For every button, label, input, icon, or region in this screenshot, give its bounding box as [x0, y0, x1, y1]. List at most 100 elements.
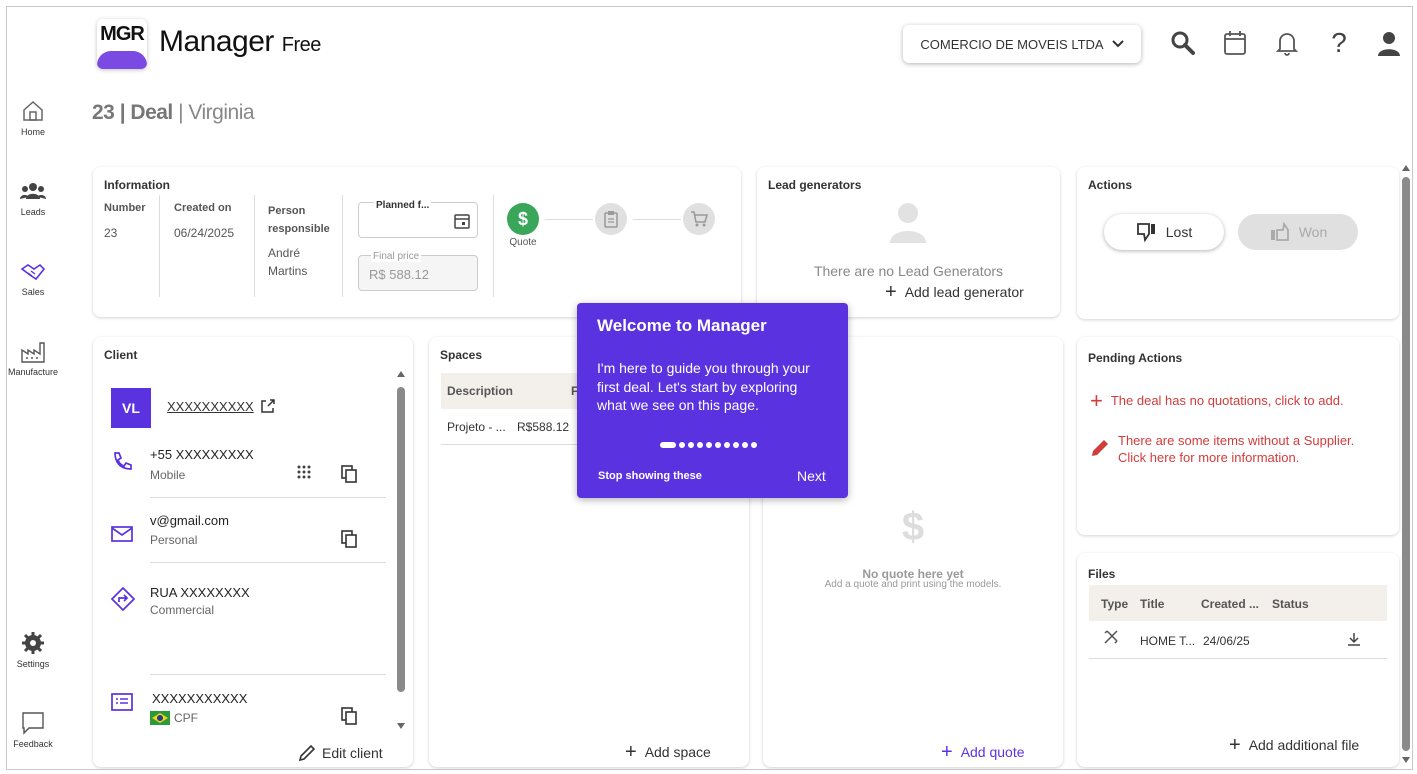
logo-text: MGR [100, 23, 145, 45]
created-value: 06/24/2025 [174, 226, 235, 240]
dollar-placeholder-icon: $ [901, 505, 925, 549]
nav-settings[interactable]: Settings [7, 631, 59, 669]
tour-dot [697, 442, 703, 448]
information-card: Information Number 23 Created on 06/24/2… [93, 167, 741, 317]
tour-dot [660, 442, 676, 448]
won-label: Won [1298, 224, 1328, 240]
actions-card: Actions Lost Won [1077, 167, 1399, 319]
profile-button[interactable] [1373, 27, 1405, 59]
tour-dot [706, 442, 712, 448]
pending-item-1: The deal has no quotations, click to add… [1110, 393, 1344, 408]
client-email: v@gmail.com [150, 513, 229, 528]
pencil-icon [298, 744, 316, 762]
add-quote-label: Add quote [960, 744, 1025, 760]
plus-icon: + [1090, 387, 1103, 413]
download-icon[interactable] [1347, 632, 1361, 646]
edit-client-button[interactable]: Edit client [298, 744, 383, 762]
lost-button[interactable]: Lost [1104, 214, 1224, 250]
company-select[interactable]: COMERCIO DE MOVEIS LTDA [903, 25, 1141, 63]
lead-generators-empty: There are no Lead Generators [813, 263, 1004, 279]
person-label: Person responsible [268, 205, 330, 235]
tour-dot [715, 442, 721, 448]
add-lead-generator-button[interactable]: + Add lead generator [885, 282, 1024, 302]
help-icon: ? [1331, 27, 1347, 58]
app-title-main: Manager [159, 25, 274, 58]
tour-title: Welcome to Manager [597, 316, 767, 335]
client-scrollbar[interactable] [397, 365, 405, 735]
planned-date-field[interactable]: Planned f... [358, 200, 478, 238]
number-label: Number [104, 202, 146, 214]
nav-feedback-label: Feedback [13, 739, 53, 749]
search-button[interactable] [1167, 27, 1199, 59]
pending-item-2: There are some items without a Supplier.… [1118, 433, 1355, 465]
table-row[interactable]: HOME T... 24/06/25 [1089, 621, 1387, 659]
cart-icon [691, 211, 708, 227]
created-label: Created on [174, 202, 232, 214]
notifications-button[interactable] [1271, 27, 1303, 59]
client-name-link[interactable]: XXXXXXXXXX [167, 398, 276, 414]
company-select-value: COMERCIO DE MOVEIS LTDA [920, 36, 1104, 52]
step-document[interactable] [595, 203, 627, 235]
dialpad-icon[interactable] [297, 465, 311, 481]
calendar-icon[interactable] [454, 213, 470, 229]
brazil-flag-icon [150, 711, 170, 725]
pending-actions-title: Pending Actions [1088, 351, 1183, 365]
col-status: Status [1272, 597, 1309, 611]
copy-icon[interactable] [341, 707, 357, 725]
step-quote[interactable]: $ [507, 203, 539, 235]
tour-dot [742, 442, 748, 448]
won-button[interactable]: Won [1238, 214, 1358, 250]
search-icon [1171, 31, 1195, 55]
client-name: XXXXXXXXXX [167, 398, 254, 414]
tour-dot [724, 442, 730, 448]
step-order[interactable] [683, 203, 715, 235]
final-price-value: R$ 588.12 [369, 267, 429, 282]
nav-feedback[interactable]: Feedback [7, 711, 59, 749]
pending-no-quotations[interactable]: + The deal has no quotations, click to a… [1090, 387, 1344, 413]
nav-sales[interactable]: Sales [7, 261, 59, 297]
page-scrollbar[interactable] [1401, 163, 1411, 767]
nav-leads[interactable]: Leads [7, 181, 59, 217]
tour-dot [751, 442, 757, 448]
handshake-icon [20, 263, 46, 281]
client-title: Client [104, 348, 138, 362]
avatar: VL [111, 388, 151, 428]
external-link-icon [260, 399, 275, 413]
edit-client-label: Edit client [322, 745, 383, 761]
app-logo[interactable]: MGR [97, 19, 147, 69]
calendar-button[interactable] [1219, 27, 1251, 59]
tour-dot [679, 442, 685, 448]
client-address: RUA XXXXXXXX [150, 585, 250, 600]
pending-missing-supplier[interactable]: There are some items without a Supplier.… [1090, 432, 1354, 466]
add-space-button[interactable]: + Add space [625, 742, 711, 762]
add-lead-generator-label: Add lead generator [904, 284, 1024, 300]
col-title: Title [1140, 597, 1165, 611]
thumbs-up-icon [1270, 222, 1289, 241]
copy-icon[interactable] [341, 465, 357, 483]
step-quote-label: Quote [509, 237, 537, 248]
nav-manufacture[interactable]: Manufacture [7, 341, 59, 377]
bell-icon [1275, 33, 1299, 56]
copy-icon[interactable] [341, 530, 357, 548]
help-button[interactable]: ? [1323, 27, 1355, 59]
planned-date-label: Planned f... [374, 200, 432, 211]
add-quote-button[interactable]: + Add quote [941, 742, 1025, 762]
nav-manufacture-label: Manufacture [7, 367, 59, 377]
gear-icon [22, 632, 44, 654]
client-email-type: Personal [150, 533, 198, 547]
tour-stop-button[interactable]: Stop showing these [598, 470, 702, 482]
breadcrumb-type: Deal [130, 101, 173, 124]
clipboard-icon [604, 211, 618, 228]
home-icon [23, 100, 43, 121]
number-value: 23 [104, 226, 118, 240]
file-created: 24/06/25 [1203, 634, 1250, 648]
file-title: HOME T... [1140, 634, 1196, 648]
client-address-type: Commercial [150, 603, 215, 617]
final-price-field: Final price R$ 588.12 [358, 251, 478, 291]
col-description: Description [447, 384, 514, 398]
person-placeholder-icon [890, 203, 926, 243]
nav-home[interactable]: Home [7, 99, 59, 137]
add-file-button[interactable]: + Add additional file [1229, 735, 1359, 755]
breadcrumb-number: 23 [92, 101, 115, 124]
tour-next-button[interactable]: Next [797, 468, 826, 484]
